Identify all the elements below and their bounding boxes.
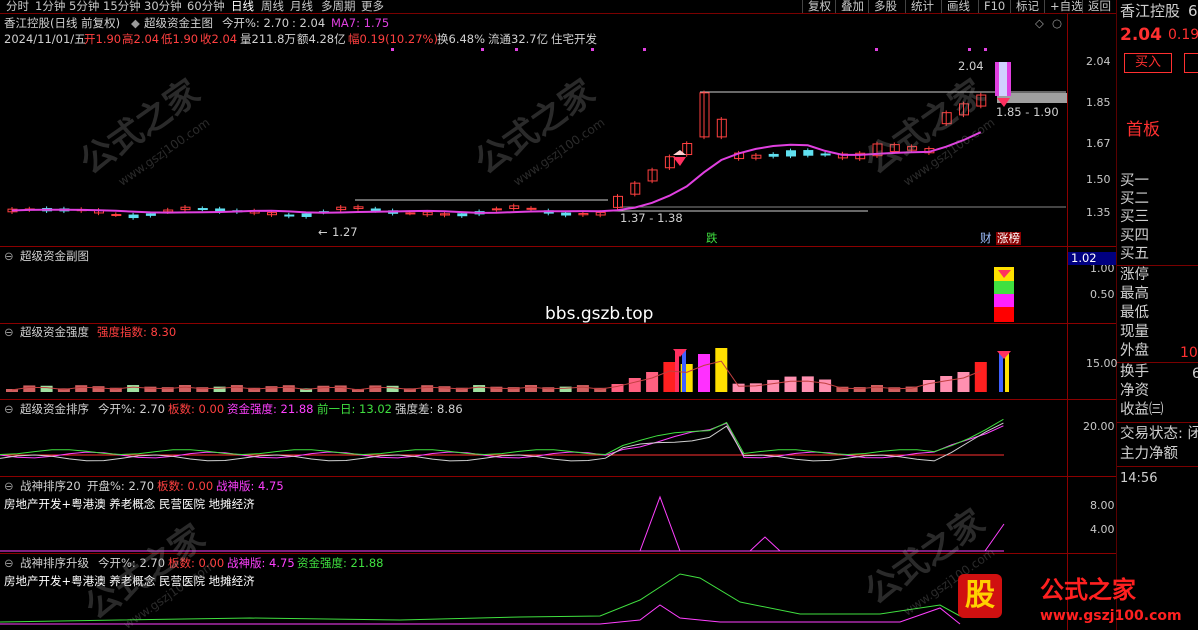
field-cur-vol: 现量 [1120, 324, 1149, 340]
field-outer-value: 10 [1180, 345, 1198, 361]
trade-state: 交易状态: 闭 [1120, 426, 1198, 442]
field-net-asset: 净资 [1120, 383, 1149, 399]
brand-logo-icon: 股 [958, 574, 1002, 618]
rp-tag: 首板 [1126, 120, 1160, 140]
axis-label-main-5: 1.35 [1086, 206, 1111, 219]
bid-5: 买五 [1120, 246, 1149, 262]
brand-name: 公式之家 [1040, 576, 1136, 604]
rp-change: 0.19 [1168, 27, 1198, 43]
rp-divider-2 [1117, 362, 1198, 363]
rp-time: 14:56 [1120, 471, 1158, 486]
rp-divider-3 [1117, 422, 1198, 423]
field-high: 最高 [1120, 286, 1149, 302]
field-eps: 收益㈢ [1120, 402, 1164, 418]
bid-2: 买二 [1120, 191, 1149, 207]
brand-site: www.gszj100.com [1040, 608, 1182, 624]
buy-button[interactable]: 买入 [1124, 53, 1172, 73]
bid-1: 买一 [1120, 173, 1149, 189]
bid-3: 买三 [1120, 209, 1149, 225]
right-panel-divider [1116, 0, 1117, 630]
field-turnover-value: 6 [1192, 366, 1198, 382]
axis-label-main-4: 1.50 [1086, 173, 1111, 186]
back-button[interactable]: 返回 [1082, 0, 1116, 13]
main-net-flow: 主力净额 [1120, 446, 1178, 462]
axis-divider [1067, 14, 1068, 630]
rp-divider-4 [1117, 466, 1198, 467]
rp-price: 2.04 [1120, 25, 1162, 45]
zs2-lines [0, 573, 961, 625]
axis-label-main-2: 1.85 [1086, 96, 1111, 109]
rp-stock-name: 香江控股 [1120, 2, 1181, 20]
rp-divider-1 [1117, 265, 1198, 266]
sell-button[interactable] [1184, 53, 1198, 73]
field-limit-up: 涨停 [1120, 267, 1149, 283]
field-turnover: 换手 [1120, 364, 1149, 380]
field-low: 最低 [1120, 305, 1149, 321]
field-outer: 外盘 [1120, 343, 1149, 359]
rp-stock-code: 60 [1188, 2, 1198, 20]
qd-axis-1: 15.00 [1086, 357, 1118, 370]
px-axis-1: 20.00 [1083, 420, 1115, 433]
fu-axis-2: 0.50 [1090, 288, 1115, 301]
trading-window: 分时 1分钟 5分钟 15分钟 30分钟 60分钟 日线 周线 月线 多周期 更… [0, 0, 1198, 630]
axis-label-main-3: 1.67 [1086, 137, 1111, 150]
axis-label-main-1: 2.04 [1086, 55, 1111, 68]
zs-axis-1: 8.00 [1090, 499, 1115, 512]
zs-axis-2: 4.00 [1090, 523, 1115, 536]
bid-4: 买四 [1120, 228, 1149, 244]
fu-value-badge: 1.02 [1068, 252, 1116, 265]
